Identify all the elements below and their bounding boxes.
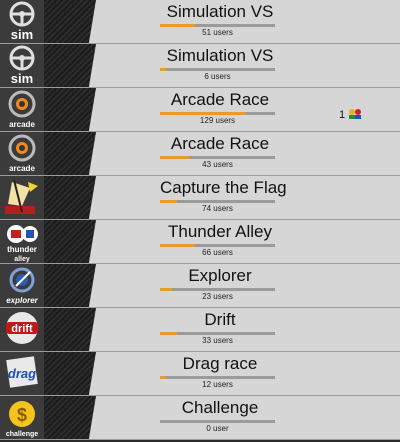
mode-name: Explorer bbox=[188, 266, 252, 285]
user-progress-fill bbox=[160, 68, 166, 71]
mode-row[interactable]: sim Simulation VS 51 users bbox=[0, 0, 400, 44]
user-progress-fill bbox=[160, 200, 178, 203]
mode-row[interactable]: explorer Explorer 23 users bbox=[0, 264, 400, 308]
arcade-logo-icon: arcade bbox=[0, 132, 44, 175]
user-progress-bar bbox=[160, 200, 275, 203]
user-progress-fill bbox=[160, 24, 195, 27]
row-stripe bbox=[44, 352, 96, 395]
mode-row[interactable]: thunder alley Thunder Alley 66 users bbox=[0, 220, 400, 264]
mode-list: sim Simulation VS 51 users sim Simulation V… bbox=[0, 0, 400, 442]
user-progress-bar bbox=[160, 332, 275, 335]
svg-text:alley: alley bbox=[14, 256, 30, 263]
user-progress-fill bbox=[160, 376, 166, 379]
svg-text:challenge: challenge bbox=[6, 431, 38, 438]
row-stripe bbox=[44, 308, 96, 351]
user-count: 0 user bbox=[206, 424, 229, 433]
challenge-logo-icon: $ challenge bbox=[0, 396, 44, 439]
user-count: 23 users bbox=[202, 292, 233, 301]
svg-text:sim: sim bbox=[11, 71, 33, 86]
svg-text:drag: drag bbox=[8, 366, 36, 381]
user-progress-bar bbox=[160, 156, 275, 159]
ctf-logo-icon bbox=[0, 176, 44, 219]
friends-icon bbox=[345, 109, 363, 121]
mode-row[interactable]: drag Drag race 12 users bbox=[0, 352, 400, 396]
user-progress-fill bbox=[160, 156, 189, 159]
user-progress-bar bbox=[160, 24, 275, 27]
row-stripe bbox=[44, 0, 96, 43]
user-count: 12 users bbox=[202, 380, 233, 389]
mode-name: Drag race bbox=[182, 354, 258, 373]
user-progress-bar bbox=[160, 420, 275, 423]
user-progress-fill bbox=[160, 112, 247, 115]
user-count: 129 users bbox=[199, 116, 236, 125]
mode-row[interactable]: Capture the Flag 74 users bbox=[0, 176, 400, 220]
user-progress-bar bbox=[160, 244, 275, 247]
svg-text:sim: sim bbox=[11, 27, 33, 42]
user-count: 6 users bbox=[204, 72, 231, 81]
arcade-logo-icon: arcade bbox=[0, 88, 44, 131]
friends-badge: 1 bbox=[339, 108, 363, 121]
mode-name: Capture the Flag bbox=[160, 178, 287, 197]
mode-row[interactable]: drift Drift 33 users bbox=[0, 308, 400, 352]
drift-logo-icon: drift bbox=[0, 308, 44, 351]
user-count: 33 users bbox=[202, 336, 233, 345]
svg-text:drift: drift bbox=[11, 323, 33, 335]
user-progress-fill bbox=[160, 332, 178, 335]
explorer-logo-icon: explorer bbox=[0, 264, 44, 307]
user-progress-bar bbox=[160, 68, 275, 71]
mode-name: Simulation VS bbox=[166, 2, 274, 21]
drag-logo-icon: drag bbox=[0, 352, 44, 395]
row-stripe bbox=[44, 88, 96, 131]
mode-name: Challenge bbox=[181, 398, 259, 417]
user-count: 66 users bbox=[202, 248, 233, 257]
mode-row[interactable]: arcade Arcade Race 129 users 1 bbox=[0, 88, 400, 132]
mode-row[interactable]: sim Simulation VS 6 users bbox=[0, 44, 400, 88]
svg-text:explorer: explorer bbox=[6, 296, 38, 305]
svg-text:arcade: arcade bbox=[9, 164, 35, 173]
user-count: 74 users bbox=[202, 204, 233, 213]
user-progress-bar bbox=[160, 112, 275, 115]
mode-name: Drift bbox=[204, 310, 236, 329]
sim-logo-icon: sim bbox=[0, 44, 44, 87]
user-count: 51 users bbox=[202, 28, 233, 37]
mode-row[interactable]: arcade Arcade Race 43 users bbox=[0, 132, 400, 176]
row-stripe bbox=[44, 176, 96, 219]
mode-name: Thunder Alley bbox=[168, 222, 272, 241]
row-stripe bbox=[44, 220, 96, 263]
mode-name: Arcade Race bbox=[170, 134, 270, 153]
user-progress-bar bbox=[160, 288, 275, 291]
user-progress-fill bbox=[160, 288, 172, 291]
user-progress-bar bbox=[160, 376, 275, 379]
thunder-logo-icon: thunder alley bbox=[0, 220, 44, 263]
row-stripe bbox=[44, 44, 96, 87]
user-progress-fill bbox=[160, 244, 195, 247]
svg-text:thunder: thunder bbox=[7, 245, 37, 254]
svg-text:$: $ bbox=[17, 405, 27, 425]
mode-name: Arcade Race bbox=[170, 90, 270, 109]
mode-name: Simulation VS bbox=[166, 46, 274, 65]
row-stripe bbox=[44, 132, 96, 175]
mode-row[interactable]: $ challenge Challenge 0 user bbox=[0, 396, 400, 440]
row-stripe bbox=[44, 396, 96, 439]
svg-text:arcade: arcade bbox=[9, 120, 35, 129]
row-stripe bbox=[44, 264, 96, 307]
sim-logo-icon: sim bbox=[0, 0, 44, 43]
user-count: 43 users bbox=[202, 160, 233, 169]
